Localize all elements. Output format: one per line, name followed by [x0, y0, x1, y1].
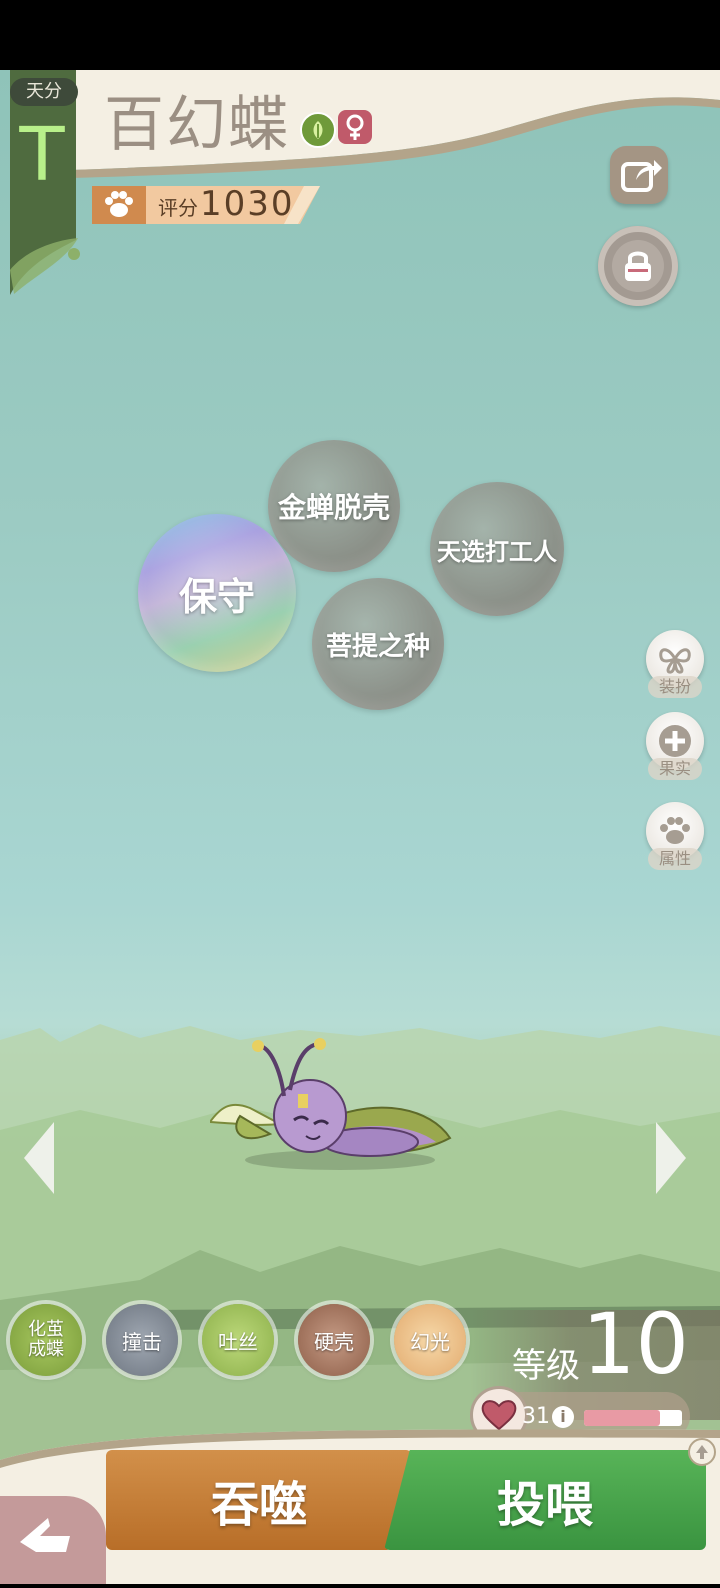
chevron-right-icon[interactable]	[654, 1120, 688, 1196]
level-value: 10	[582, 1295, 689, 1393]
pet-sprite	[210, 1038, 452, 1170]
plus-icon	[659, 725, 691, 757]
trait-label: 菩提之种	[325, 631, 430, 662]
skill-chrysalis[interactable]: 化茧 成蝶	[10, 1304, 82, 1376]
costume-label: 装扮	[648, 676, 702, 698]
lock-button[interactable]	[598, 226, 678, 306]
skill-tackle[interactable]: 撞击	[106, 1304, 178, 1376]
skill-illusion-light[interactable]: 幻光	[394, 1304, 466, 1376]
skill-label: 吐丝	[218, 1329, 258, 1354]
share-icon	[621, 160, 662, 192]
paw-icon	[660, 817, 690, 844]
status-bar	[0, 0, 720, 70]
chevron-left-icon[interactable]	[22, 1120, 56, 1196]
lock-icon	[612, 240, 664, 292]
level-label: 等级	[512, 1346, 580, 1386]
skill-hard-shell[interactable]: 硬壳	[298, 1304, 370, 1376]
trait-label: 金蝉脱壳	[277, 491, 390, 524]
devour-label: 吞噬	[210, 1477, 307, 1533]
trait-label: 天选打工人	[437, 537, 557, 566]
score-label: 评分	[158, 196, 198, 220]
share-button[interactable]	[610, 146, 668, 204]
trait-bubble-chosen-worker[interactable]: 天选打工人	[430, 482, 564, 616]
skill-label: 幻光	[410, 1329, 450, 1354]
trait-bubble-conservative[interactable]: 保守	[138, 514, 296, 672]
female-icon	[338, 110, 372, 144]
skill-label: 撞击	[122, 1329, 162, 1354]
paw-icon	[100, 186, 138, 224]
trait-bubble-golden-cicada[interactable]: 金蝉脱壳	[268, 440, 400, 572]
fruit-label: 果实	[648, 758, 702, 780]
back-icon	[20, 1518, 70, 1552]
skill-label: 硬壳	[314, 1329, 354, 1354]
grass-leaf-icon	[300, 112, 336, 148]
upgrade-badge-icon	[688, 1438, 716, 1466]
trait-bubble-bodhi-seed[interactable]: 菩提之种	[312, 578, 444, 710]
tier-grade: T	[19, 112, 65, 198]
feed-button[interactable]: 投喂	[384, 1450, 706, 1550]
trait-label: 保守	[178, 574, 255, 619]
score-value: 1030	[200, 184, 295, 224]
attributes-label: 属性	[648, 848, 702, 870]
butterfly-icon	[659, 648, 691, 674]
tier-label: 天分	[10, 78, 78, 106]
skill-silk-spit[interactable]: 吐丝	[202, 1304, 274, 1376]
feed-label: 投喂	[496, 1477, 593, 1533]
skill-label: 化茧 成蝶	[28, 1319, 64, 1360]
devour-button[interactable]: 吞噬	[106, 1450, 412, 1550]
back-button[interactable]	[0, 1496, 106, 1584]
pet-name: 百幻蝶	[104, 90, 290, 160]
